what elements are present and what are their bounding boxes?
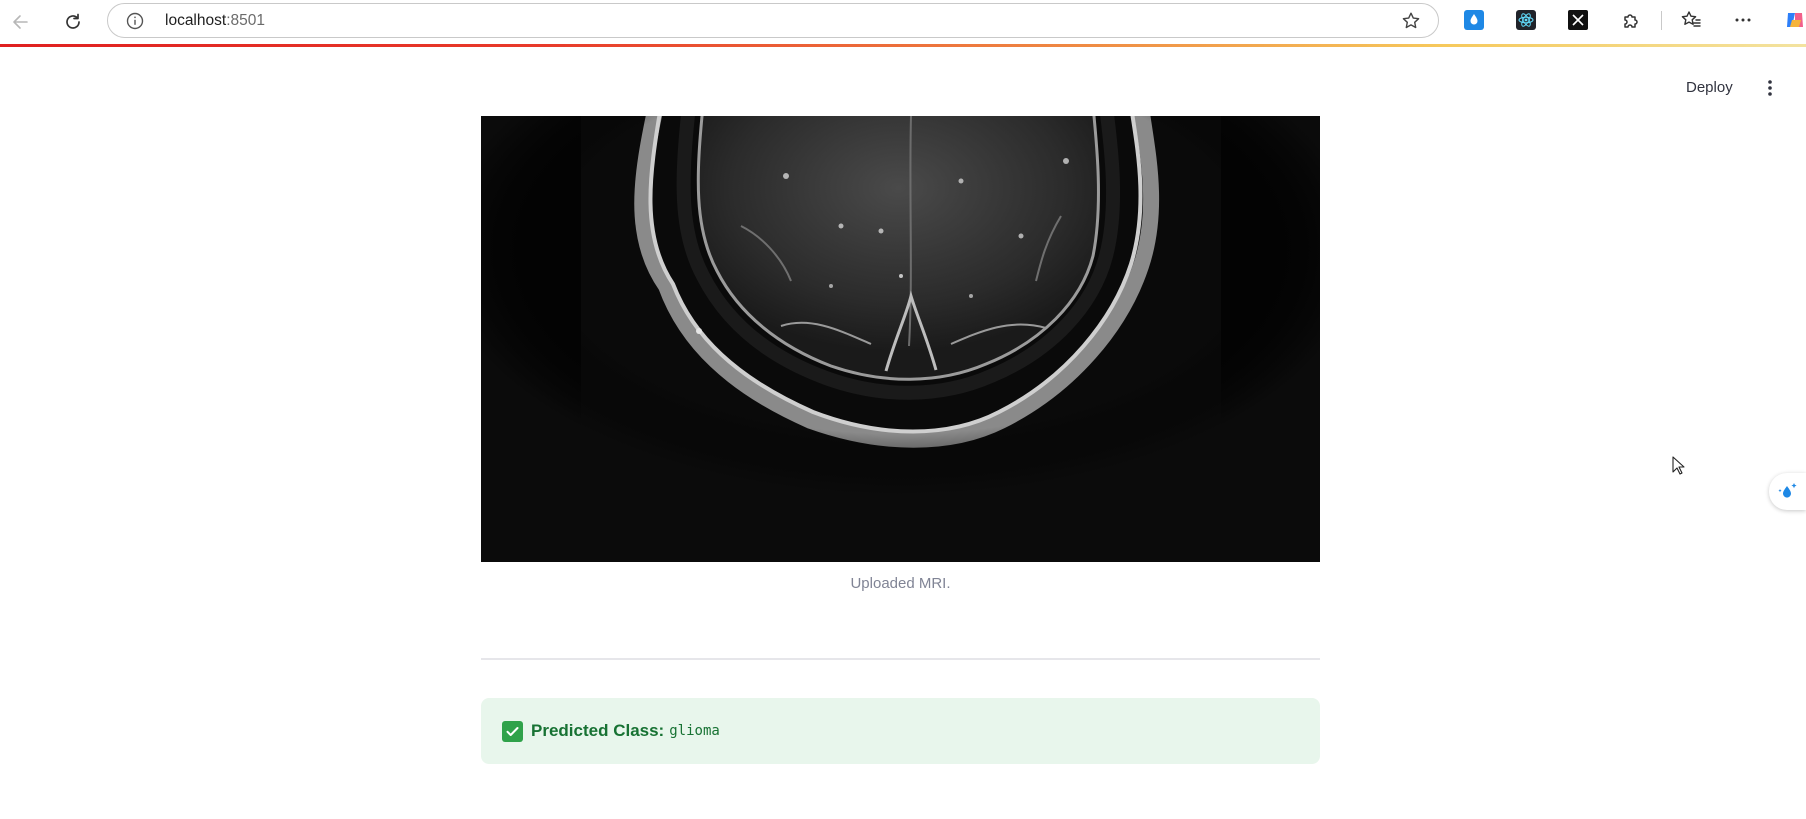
favorite-star-icon[interactable] [1401,11,1421,31]
page-load-progress-bar [0,44,1806,47]
react-atom-icon [1516,10,1536,30]
copilot-icon [1787,13,1803,27]
prediction-success-alert: Predicted Class: glioma [481,698,1320,764]
more-vertical-icon [1768,80,1772,96]
info-circle-icon[interactable] [126,12,144,30]
back-button[interactable] [5,6,37,38]
main-menu-button[interactable] [1757,74,1783,102]
favorites-button[interactable] [1680,9,1702,31]
brain-mri-scan [481,116,1320,562]
browser-menu-button[interactable] [1732,9,1754,31]
address-bar[interactable]: localhost:8501 [107,3,1439,38]
sidebar-assistant-button[interactable] [1769,473,1806,510]
url-host: localhost [165,12,227,29]
more-horizontal-icon [1735,18,1751,22]
check-mark-icon [502,720,523,742]
sparkle-drop-icon [1777,482,1797,498]
browser-toolbar: localhost:8501 [0,0,1806,44]
x-logo-icon [1568,10,1588,30]
deploy-button[interactable]: Deploy [1676,74,1743,101]
water-drop-extension-icon[interactable] [1463,9,1485,31]
reload-icon [66,13,80,29]
reload-button[interactable] [57,6,89,38]
copilot-button[interactable] [1784,9,1806,31]
image-caption: Uploaded MRI. [850,575,951,592]
water-drop-icon [1464,10,1484,30]
prediction-label: Predicted Class: [531,721,665,740]
toolbar-divider [1661,11,1662,30]
mouse-pointer-icon [1672,456,1685,475]
horizontal-divider [481,658,1320,660]
puzzle-icon [1624,14,1638,28]
prediction-value: glioma [669,723,720,739]
extensions-button[interactable] [1620,9,1642,31]
x-extension-icon[interactable] [1567,9,1589,31]
uploaded-mri-image [481,116,1320,562]
url-port: :8501 [226,12,265,29]
favorites-star-list-icon [1681,11,1701,27]
react-devtools-extension-icon[interactable] [1515,9,1537,31]
arrow-left-icon [13,15,28,29]
url-text[interactable]: localhost:8501 [165,12,265,30]
